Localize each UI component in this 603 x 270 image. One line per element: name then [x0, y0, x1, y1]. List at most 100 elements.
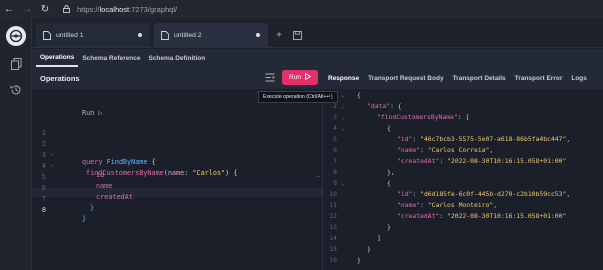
editor-line: 1 [32, 120, 57, 137]
documents-icon[interactable] [10, 58, 22, 70]
lock-icon [62, 5, 71, 14]
tab-logs[interactable]: Logs [571, 75, 587, 82]
field-token: id [96, 171, 105, 179]
tab-transport-error[interactable]: Transport Error [515, 75, 563, 82]
banana-cake-pop-logo-icon[interactable] [6, 26, 26, 46]
line-number: 15 [329, 245, 337, 253]
document-tabbar: untitled 1 untitled 2 + [32, 18, 603, 48]
editor-line: 8 } [32, 197, 86, 223]
browser-toolbar: ← → ↻ https://localhost:7273/graphql/ [0, 0, 603, 18]
query-editor[interactable]: Run ▷ 1 2 ⌄ query FindByName { 3 ⌄ findC… [32, 89, 322, 270]
response-tabs: Response Transport Request Body Transpor… [322, 67, 603, 89]
editor-line: 2 ⌄ query FindByName { [32, 131, 156, 166]
keyword-token: query [82, 158, 103, 166]
json-key: "id" [397, 135, 413, 143]
line-number: 8 [333, 168, 337, 176]
line-number: 9 [333, 179, 337, 187]
line-number: 6 [333, 146, 337, 154]
tab-transport-details[interactable]: Transport Details [453, 75, 506, 82]
response-viewer[interactable]: 1⌄{ 2⌄"data": { 3⌄"findCustomersByName":… [322, 89, 603, 270]
run-codelens-label: Run ▷ [82, 109, 103, 117]
unsaved-dot-icon [256, 33, 260, 37]
line-number: 13 [329, 223, 337, 231]
line-number: 7 [333, 157, 337, 165]
url-path: :7273/graphql/ [129, 4, 178, 14]
tab-operations[interactable]: Operations [36, 49, 79, 67]
history-icon[interactable] [10, 84, 22, 96]
tab-response[interactable]: Response [328, 75, 359, 82]
tab-untitled-1[interactable]: untitled 1 [36, 23, 150, 47]
json-string-value: "Carlos Correia" [427, 146, 490, 154]
editor-line: 7 } [32, 186, 94, 212]
line-number: 16 [329, 256, 337, 264]
current-line-highlight [32, 188, 322, 197]
prettify-icon[interactable] [264, 72, 276, 84]
json-string-value: "d6d185fe-6c0f-445b-d270-c2b10b59cc53" [420, 190, 567, 198]
run-tooltip: Execute operation (Ctrl/Alt+↵) [258, 91, 338, 103]
json-key: "id" [397, 190, 413, 198]
line-number: 5 [333, 135, 337, 143]
json-string-value: "2022-08-30T10:16:15.058+01:00" [447, 157, 567, 165]
reload-icon[interactable]: ↻ [36, 0, 54, 18]
editor-line: 5 name [32, 164, 112, 190]
json-key: "data" [367, 102, 391, 110]
tab-transport-request-body[interactable]: Transport Request Body [368, 75, 443, 82]
line-number: 10 [329, 190, 337, 198]
json-string-value: "46c7bcb3-5575-5e07-a618-86b5fa4bc447" [420, 135, 567, 143]
operations-header: Operations Run [32, 67, 322, 89]
splitter-handle-icon[interactable]: — [316, 173, 320, 180]
save-icon[interactable] [290, 23, 304, 47]
json-string-value: "2022-08-30T10:16:15.058+01:00" [447, 212, 567, 220]
fold-chevron-icon[interactable]: ⌄ [341, 179, 345, 188]
json-key: "createdAt" [397, 157, 440, 165]
graphql-ide: untitled 1 untitled 2 + Operations Schem… [0, 18, 603, 270]
field-token: name [96, 182, 113, 190]
fold-chevron-icon[interactable]: ⌄ [341, 124, 345, 133]
tab-label: untitled 1 [56, 31, 84, 39]
fold-chevron-icon[interactable]: ⌄ [341, 91, 345, 100]
new-tab-plus-icon[interactable]: + [272, 23, 286, 47]
operations-title: Operations [40, 73, 80, 83]
json-key: "name" [397, 201, 421, 209]
editor-line: 4 id [32, 153, 104, 179]
line-number: 8 [41, 206, 46, 214]
document-icon [160, 30, 169, 40]
forward-arrow-icon[interactable]: → [18, 0, 36, 18]
play-icon [305, 72, 312, 82]
address-bar[interactable]: https://localhost:7273/graphql/ [62, 5, 177, 14]
json-string-value: "Carlos Monteiro" [427, 201, 494, 209]
json-key: "findCustomersByName" [377, 113, 458, 121]
url-scheme: https:// [77, 4, 100, 14]
editor-line: 3 ⌄ findCustomersByName(name: "Carlos") … [32, 142, 238, 177]
run-button-label: Run [289, 74, 301, 81]
tab-schema-definition[interactable]: Schema Definition [144, 49, 209, 67]
view-tabs: Operations Schema Reference Schema Defin… [32, 49, 603, 67]
fold-chevron-icon[interactable]: ⌄ [341, 113, 345, 122]
operations-toolbar: Run [264, 70, 318, 85]
line-number: 3 [333, 113, 337, 121]
run-codelens[interactable]: Run ▷ [82, 109, 102, 118]
url-text: https://localhost:7273/graphql/ [77, 5, 177, 14]
line-number: 4 [333, 124, 337, 132]
run-button[interactable]: Run [282, 70, 318, 85]
string-token: "Carlos" [192, 169, 226, 177]
line-number: 14 [329, 234, 337, 242]
tab-label: untitled 2 [174, 31, 202, 39]
tab-untitled-2[interactable]: untitled 2 [154, 23, 268, 47]
back-arrow-icon[interactable]: ← [0, 0, 18, 18]
line-number: 12 [329, 212, 337, 220]
tab-schema-reference[interactable]: Schema Reference [78, 49, 144, 67]
line-number: 2 [333, 102, 337, 110]
document-icon [42, 30, 51, 40]
fold-chevron-icon[interactable]: ⌄ [341, 102, 345, 111]
line-number: 11 [329, 201, 337, 209]
argument-token: name [167, 169, 185, 177]
operation-name-token: FindByName [106, 158, 148, 166]
url-host: localhost [99, 4, 130, 14]
side-rail [0, 18, 32, 270]
json-key: "createdAt" [397, 212, 440, 220]
field-token: createdAt [96, 193, 133, 201]
unsaved-dot-icon [138, 33, 142, 37]
editor-line: 6 createdAt [32, 175, 133, 201]
json-key: "name" [397, 146, 421, 154]
